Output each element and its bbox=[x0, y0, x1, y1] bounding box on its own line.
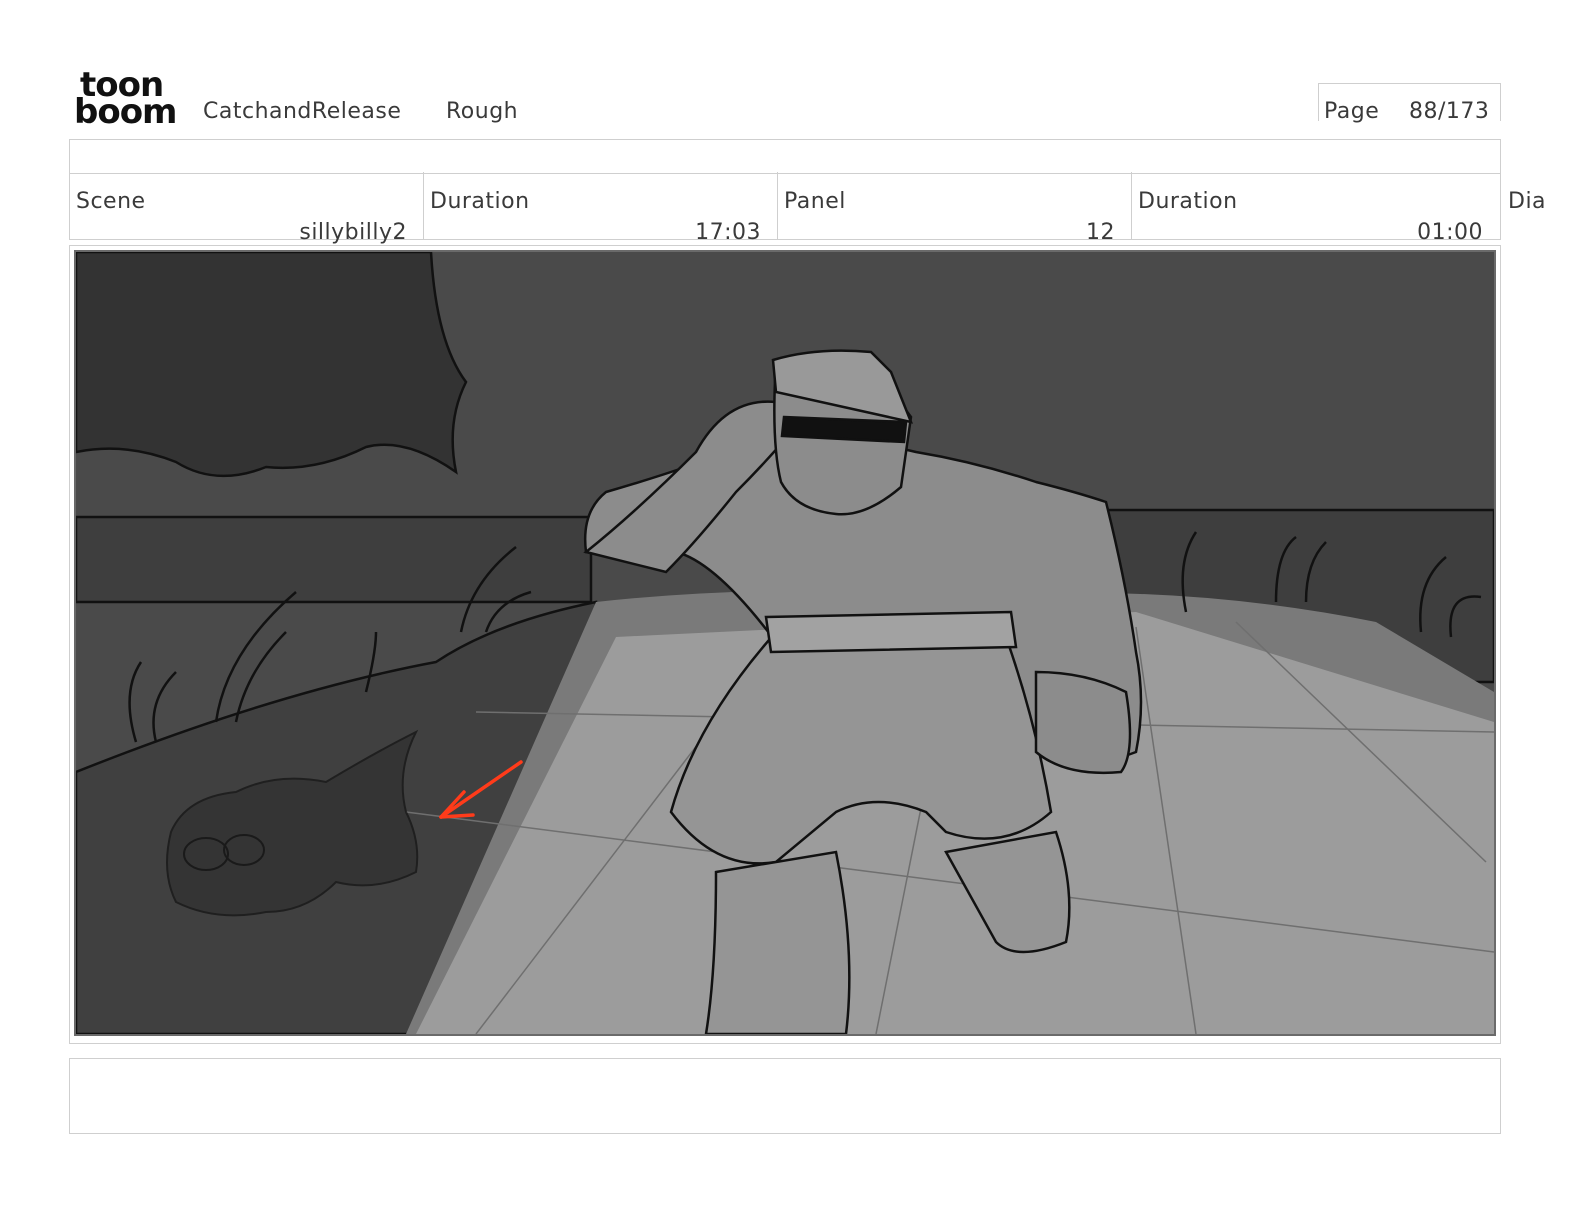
panel-cell: Panel 12 bbox=[778, 172, 1132, 245]
tree-silhouette bbox=[76, 252, 468, 478]
scene-value: sillybilly2 bbox=[299, 220, 407, 245]
stage-name: Rough bbox=[446, 99, 519, 124]
logo-line-2: boom bbox=[74, 92, 177, 132]
notes-box bbox=[69, 1058, 1501, 1134]
scene-duration-label: Duration bbox=[430, 189, 530, 214]
panel-drawing bbox=[76, 252, 1494, 1034]
dialogue-label: Dia bbox=[1508, 189, 1547, 214]
panel-duration-label: Duration bbox=[1138, 189, 1238, 214]
panel-info-row: Scene sillybilly2 Duration 17:03 Panel 1… bbox=[69, 172, 1501, 245]
page-number: 88/173 bbox=[1409, 99, 1490, 124]
scene-label: Scene bbox=[76, 189, 146, 214]
panel-label: Panel bbox=[784, 189, 846, 214]
toonboom-logo: toon boom bbox=[74, 68, 184, 134]
panel-value: 12 bbox=[1086, 220, 1115, 245]
header-strip bbox=[69, 139, 1501, 174]
storyboard-panel-image bbox=[74, 250, 1496, 1036]
horizon-left bbox=[76, 515, 593, 604]
project-name: CatchandRelease bbox=[203, 99, 402, 124]
panel-duration-cell: Duration 01:00 bbox=[1132, 172, 1499, 245]
page-label: Page bbox=[1324, 99, 1380, 124]
scene-duration-value: 17:03 bbox=[695, 220, 761, 245]
scene-duration-cell: Duration 17:03 bbox=[424, 172, 778, 245]
panel-duration-value: 01:00 bbox=[1417, 220, 1483, 245]
scene-cell: Scene sillybilly2 bbox=[70, 172, 424, 245]
